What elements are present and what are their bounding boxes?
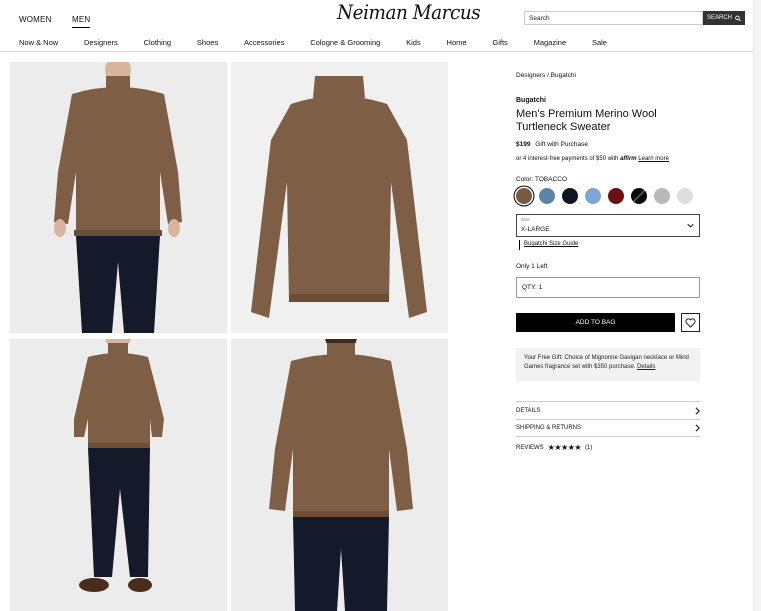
search-button-label: SEARCH	[707, 15, 733, 21]
color-swatch[interactable]	[608, 188, 624, 204]
chevron-right-icon	[695, 406, 700, 415]
price: $199	[516, 141, 531, 148]
women-tab[interactable]: WOMEN	[19, 15, 52, 24]
product-image-flat[interactable]	[231, 62, 448, 333]
color-swatch[interactable]	[516, 188, 532, 204]
nav-item-now[interactable]: Now & Now	[19, 38, 58, 48]
stock-notice: Only 1 Left	[516, 263, 548, 270]
nav-item-kids[interactable]: Kids	[406, 38, 421, 48]
nav-item-sale[interactable]: Sale	[592, 38, 607, 48]
color-swatch[interactable]	[562, 188, 578, 204]
free-gift-promo: Your Free Gift: Choice of Mignonne Gavig…	[516, 348, 700, 381]
men-tab[interactable]: MEN	[72, 15, 91, 28]
nav-item-home[interactable]: Home	[447, 38, 467, 48]
size-select-value: X-LARGE	[521, 226, 550, 233]
color-label: Color: TOBACCO	[516, 176, 568, 183]
review-count: (1)	[585, 444, 593, 451]
chevron-down-icon	[687, 223, 694, 228]
reviews-label: REVIEWS	[516, 444, 544, 451]
shipping-label: SHIPPING & RETURNS	[516, 425, 582, 431]
color-swatch[interactable]	[539, 188, 555, 204]
product-image-front-model[interactable]	[10, 62, 227, 333]
shipping-returns-accordion[interactable]: SHIPPING & RETURNS	[516, 419, 700, 437]
breadcrumb[interactable]: Designers / Bugatchi	[516, 72, 576, 79]
promo-details-link[interactable]: Details	[637, 364, 655, 370]
search-icon	[735, 15, 741, 21]
favorite-button[interactable]	[681, 313, 700, 332]
nav-item-gifts[interactable]: Gifts	[492, 38, 507, 48]
main-nav: Now & Now Designers Clothing Shoes Acces…	[19, 38, 747, 48]
header-divider	[0, 51, 753, 52]
add-to-bag-button[interactable]: ADD TO BAG	[516, 313, 675, 332]
product-title-line2: Turtleneck Sweater	[516, 121, 611, 133]
neiman-marcus-logo[interactable]: Neiman Marcus	[337, 0, 481, 24]
learn-more-link[interactable]: Learn more	[638, 156, 669, 162]
size-select[interactable]: Size X-LARGE	[516, 214, 700, 237]
nav-item-designers[interactable]: Designers	[84, 38, 118, 48]
color-swatches	[516, 188, 693, 204]
size-guide-marker	[519, 240, 520, 250]
product-title-line1: Men's Premium Merino Wool	[516, 108, 657, 120]
color-swatch[interactable]	[585, 188, 601, 204]
color-swatch[interactable]	[654, 188, 670, 204]
reviews-row[interactable]: REVIEWS ★★★★★ (1)	[516, 443, 592, 452]
quantity-select[interactable]: QTY: 1	[516, 277, 700, 298]
size-guide-link[interactable]: Bugatchi Size Guide	[524, 241, 578, 247]
affirm-logo: affirm	[620, 156, 637, 162]
product-image-full-length[interactable]	[10, 339, 227, 611]
nav-item-cologne[interactable]: Cologne & Grooming	[310, 38, 380, 48]
search-button[interactable]: SEARCH	[703, 11, 745, 25]
scrollbar[interactable]	[753, 0, 761, 611]
color-swatch[interactable]	[677, 188, 693, 204]
product-image-back[interactable]	[231, 339, 448, 611]
nav-item-magazine[interactable]: Magazine	[534, 38, 567, 48]
search-input[interactable]: Search	[524, 11, 703, 25]
details-accordion[interactable]: DETAILS	[516, 401, 700, 419]
nav-item-clothing[interactable]: Clothing	[144, 38, 172, 48]
gift-with-purchase-label: Gift with Purchase	[535, 141, 589, 148]
installments-text: or 4 interest-free payments of $50 with	[516, 156, 619, 162]
promo-text: Your Free Gift: Choice of Mignonne Gavig…	[524, 355, 689, 370]
brand-name[interactable]: Bugatchi	[516, 97, 546, 104]
chevron-right-icon	[695, 424, 700, 432]
heart-icon	[685, 317, 696, 328]
star-rating: ★★★★★	[547, 443, 582, 452]
details-label: DETAILS	[516, 407, 541, 414]
size-select-label: Size	[521, 217, 530, 222]
nav-item-accessories[interactable]: Accessories	[244, 38, 284, 48]
color-swatch[interactable]	[631, 188, 647, 204]
nav-item-shoes[interactable]: Shoes	[197, 38, 218, 48]
